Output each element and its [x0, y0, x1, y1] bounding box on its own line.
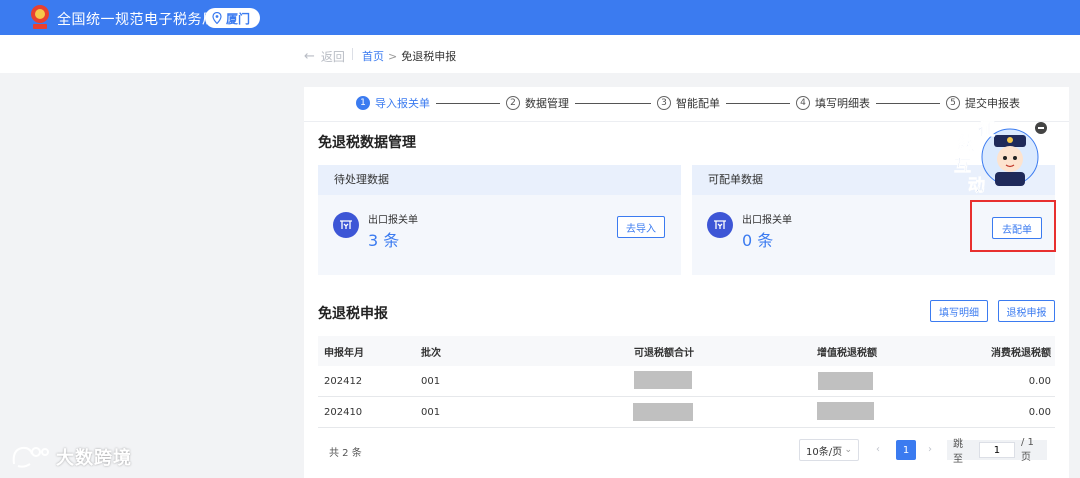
mascot-char-4: 动 — [968, 176, 985, 195]
table-row[interactable]: 202412 001 0.00 — [318, 366, 1055, 397]
top-bar: 全国统一规范电子税务局 厦门 — [0, 0, 1080, 35]
mascot-minimize-icon[interactable] — [1035, 122, 1047, 134]
mascot-char-3: 互 — [954, 156, 971, 176]
back-button[interactable]: ← 返回 — [304, 48, 345, 65]
page-jump: 跳至 / 1 页 — [947, 437, 1047, 465]
masked-refundable — [633, 403, 693, 421]
step-1[interactable]: 1 导入报关单 — [356, 95, 430, 111]
step-1-label: 导入报关单 — [375, 97, 430, 110]
watermark-logo-icon — [12, 446, 49, 468]
watermark: 大数跨境 — [10, 444, 132, 470]
step-3-number: 3 — [657, 96, 671, 110]
app-title: 全国统一规范电子税务局 — [57, 12, 217, 28]
breadcrumb-current: 免退税申报 — [401, 50, 457, 63]
step-connector — [876, 102, 940, 104]
breadcrumb-divider — [352, 48, 353, 60]
back-label: 返回 — [320, 50, 345, 64]
step-3-label: 智能配单 — [676, 97, 720, 110]
chevron-down-icon: ⌄ — [844, 445, 852, 455]
tax-interaction-mascot[interactable]: 征 纳 互 动 — [948, 117, 1040, 196]
back-arrow-icon: ← — [304, 49, 315, 64]
declaration-title: 免退税申报 — [318, 306, 388, 322]
pending-item-count: 3 条 — [368, 231, 400, 250]
masked-vat — [817, 402, 874, 420]
step-4-label: 填写明细表 — [815, 97, 870, 110]
step-2-number: 2 — [506, 96, 520, 110]
declaration-table: 申报年月 批次 可退税额合计 增值税退税额 消费税退税额 202412 001 … — [318, 336, 1055, 428]
step-1-number: 1 — [356, 96, 370, 110]
prev-page-button[interactable]: ‹ — [876, 444, 880, 455]
page-total-label: / 1 页 — [1020, 437, 1034, 463]
masked-vat — [818, 372, 873, 390]
page-jump-input[interactable] — [978, 442, 1015, 458]
breadcrumb-separator: > — [388, 49, 398, 63]
matchable-item-count: 0 条 — [742, 231, 774, 250]
fill-detail-button[interactable]: 填写明细 — [930, 300, 988, 322]
total-count: 共 2 条 — [329, 448, 362, 459]
page-size-select[interactable]: 10条/页 ⌄ — [799, 439, 859, 461]
step-5-label: 提交申报表 — [965, 97, 1020, 110]
cell-period: 202410 — [324, 406, 363, 418]
breadcrumb: 首页 > 免退税申报 — [362, 48, 456, 64]
step-3[interactable]: 3 智能配单 — [657, 95, 720, 111]
step-connector — [436, 102, 500, 104]
data-management-title: 免退税数据管理 — [318, 135, 416, 151]
customs-declaration-icon — [333, 212, 359, 238]
breadcrumb-bar: ← 返回 首页 > 免退税申报 — [0, 35, 1080, 73]
pending-card-header: 待处理数据 — [318, 165, 681, 195]
page-size-value: 10条/页 — [806, 446, 843, 458]
cell-batch: 001 — [421, 375, 441, 387]
col-period: 申报年月 — [324, 347, 364, 359]
step-indicator: 1 导入报关单 2 数据管理 3 智能配单 4 填写明细表 5 提交申报表 — [356, 95, 1020, 111]
table-header: 申报年月 批次 可退税额合计 增值税退税额 消费税退税额 — [318, 336, 1055, 366]
location-pin-icon — [212, 12, 222, 24]
mascot-char-2: 纳 — [958, 133, 975, 154]
refund-declare-button[interactable]: 退税申报 — [998, 300, 1055, 322]
page-number-current[interactable]: 1 — [896, 440, 916, 460]
go-import-button[interactable]: 去导入 — [617, 216, 665, 238]
step-2-label: 数据管理 — [525, 97, 569, 110]
pending-item-label: 出口报关单 — [368, 215, 418, 226]
pending-data-card: 待处理数据 出口报关单 3 条 去导入 — [318, 165, 681, 275]
region-label: 厦门 — [226, 11, 251, 26]
masked-refundable — [634, 371, 692, 389]
step-connector — [726, 102, 790, 104]
step-5[interactable]: 5 提交申报表 — [946, 95, 1020, 111]
mascot-char-1: 征 — [978, 119, 995, 140]
cell-consumption: 0.00 — [1028, 406, 1051, 418]
watermark-text: 大数跨境 — [56, 448, 132, 469]
col-vat: 增值税退税额 — [817, 347, 877, 359]
step-2[interactable]: 2 数据管理 — [506, 95, 569, 111]
jump-label: 跳至 — [953, 439, 963, 465]
step-connector — [575, 102, 651, 104]
step-5-number: 5 — [946, 96, 960, 110]
tax-emblem-icon — [31, 5, 49, 29]
step-4-number: 4 — [796, 96, 810, 110]
matchable-item-label: 出口报关单 — [742, 215, 792, 226]
table-row[interactable]: 202410 001 0.00 — [318, 397, 1055, 428]
col-refundable: 可退税额合计 — [634, 347, 694, 359]
customs-declaration-icon — [707, 212, 733, 238]
region-selector[interactable]: 厦门 — [205, 8, 260, 28]
col-consumption: 消费税退税额 — [991, 347, 1051, 359]
highlight-annotation-box — [970, 200, 1056, 252]
step-4[interactable]: 4 填写明细表 — [796, 95, 870, 111]
next-page-button[interactable]: › — [928, 444, 932, 455]
col-batch: 批次 — [421, 347, 441, 359]
breadcrumb-home-link[interactable]: 首页 — [362, 48, 384, 64]
cell-consumption: 0.00 — [1028, 375, 1051, 387]
cell-period: 202412 — [324, 375, 363, 387]
cell-batch: 001 — [421, 406, 441, 418]
mascot-officer-icon: 征 纳 互 动 — [954, 119, 1039, 196]
